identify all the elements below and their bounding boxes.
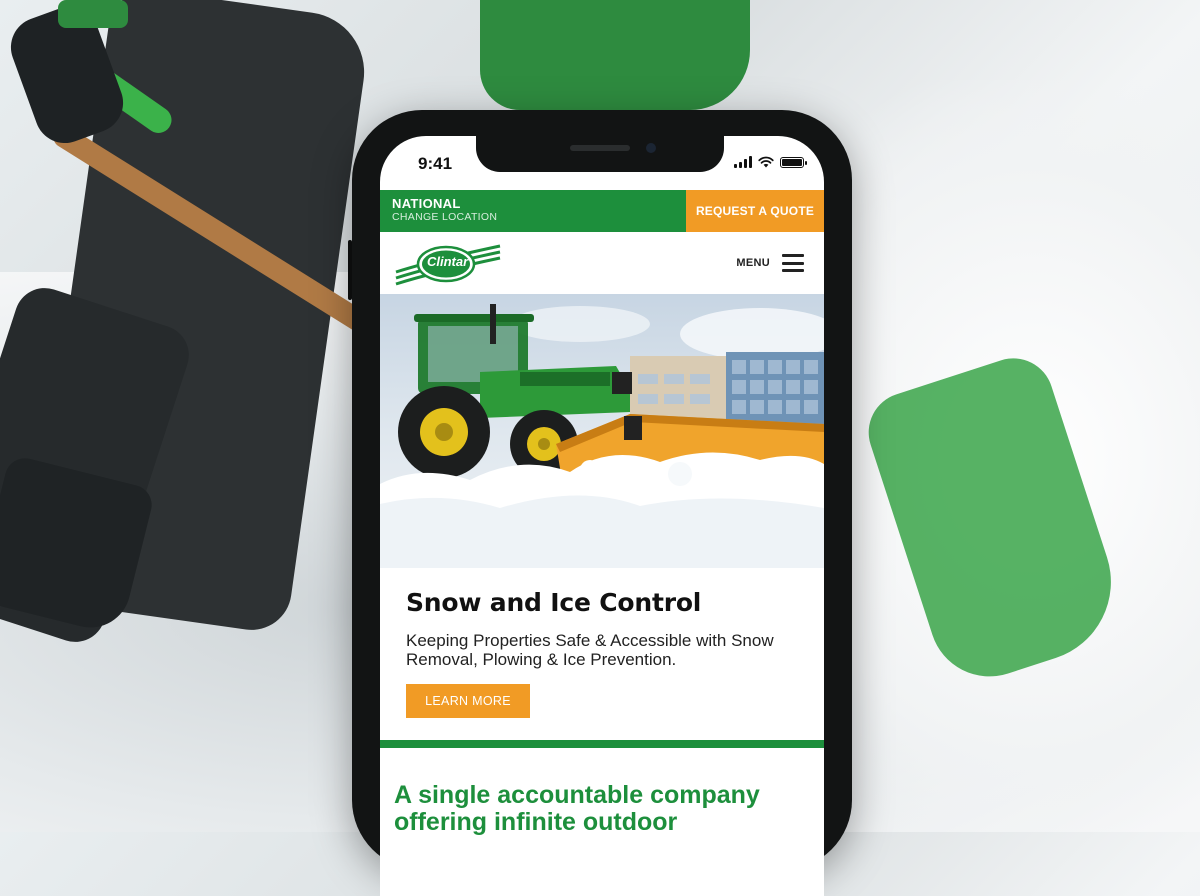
signal-icon (734, 156, 752, 168)
request-quote-button[interactable]: REQUEST A QUOTE (686, 190, 824, 232)
clintar-logo[interactable]: Clintar (394, 238, 504, 288)
hero-image-tractor-plow (380, 294, 824, 568)
location-selector[interactable]: NATIONAL CHANGE LOCATION (380, 190, 686, 232)
learn-more-button[interactable]: LEARN MORE (406, 684, 530, 718)
phone-screen: 9:41 NATIONAL CHANGE LOCATION REQUEST A … (380, 136, 824, 896)
menu-label: MENU (736, 257, 770, 269)
wifi-icon (758, 156, 774, 168)
worker-jacket (480, 0, 750, 110)
phone-camera (646, 143, 656, 153)
battery-icon (780, 156, 807, 168)
site-header: Clintar MENU (380, 232, 824, 294)
phone-speaker (570, 145, 630, 151)
tagline-heading: A single accountable company offering in… (394, 781, 760, 836)
change-location-link[interactable]: CHANGE LOCATION (392, 211, 674, 224)
hero-title: Snow and Ice Control (406, 588, 702, 617)
menu-toggle[interactable]: MENU (736, 254, 804, 272)
worker-cuff (58, 0, 128, 28)
phone-side-button (348, 240, 352, 300)
location-bar: NATIONAL CHANGE LOCATION REQUEST A QUOTE (380, 190, 824, 232)
section-divider (380, 740, 824, 748)
status-icons (734, 156, 807, 168)
status-time: 9:41 (418, 154, 453, 173)
phone-mockup: 9:41 NATIONAL CHANGE LOCATION REQUEST A … (348, 110, 852, 896)
tractor-plow-illustration (380, 304, 824, 568)
phone-notch (476, 136, 724, 172)
hero-copy: Snow and Ice Control Keeping Properties … (406, 588, 806, 669)
logo-text: Clintar (427, 254, 469, 269)
location-name: NATIONAL (392, 196, 461, 211)
hamburger-menu-icon[interactable] (782, 254, 804, 272)
hero-subtitle: Keeping Properties Safe & Accessible wit… (406, 631, 774, 669)
